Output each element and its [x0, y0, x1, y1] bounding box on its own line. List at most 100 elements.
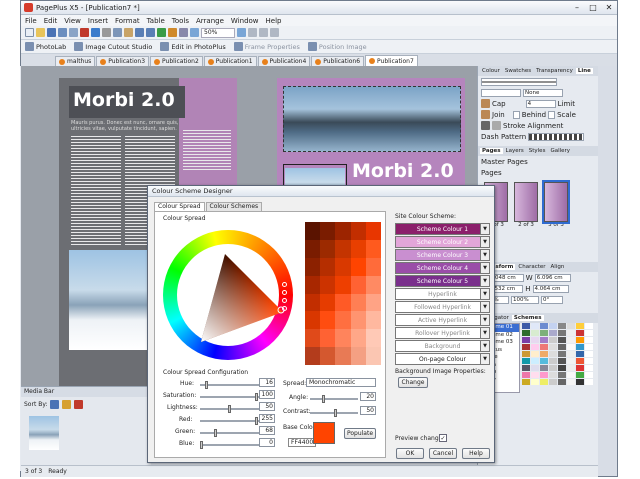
preview-checkbox[interactable]: ✓	[439, 434, 447, 442]
minimize-button[interactable]: –	[569, 3, 585, 12]
swatch[interactable]	[540, 372, 548, 378]
dropdown-arrow-icon[interactable]: ▼	[480, 354, 489, 364]
cap-icon[interactable]	[481, 99, 490, 108]
menu-item-edit[interactable]: Edit	[44, 17, 58, 25]
spread-swatch[interactable]	[305, 347, 321, 365]
swatch[interactable]	[549, 379, 557, 385]
swatch[interactable]	[531, 344, 539, 350]
spread-swatch[interactable]	[320, 222, 336, 240]
dropdown-arrow-icon[interactable]: ▼	[480, 224, 489, 234]
green-slider[interactable]	[200, 429, 260, 437]
swatch[interactable]	[522, 365, 530, 371]
toolbar2-item[interactable]: Position Image	[319, 43, 367, 51]
swatch[interactable]	[540, 323, 548, 329]
swatch[interactable]	[576, 358, 584, 364]
swatch[interactable]	[522, 323, 530, 329]
menu-item-arrange[interactable]: Arrange	[196, 17, 224, 25]
guides-icon[interactable]	[259, 28, 268, 37]
panel-tab[interactable]: Schemes	[511, 315, 544, 321]
spread-swatch[interactable]	[335, 275, 351, 294]
swatch[interactable]	[576, 337, 584, 343]
spread-swatch[interactable]	[320, 275, 336, 294]
doc-tab[interactable]: Publication3	[96, 56, 150, 66]
swatch[interactable]	[567, 337, 575, 343]
swatch[interactable]	[585, 344, 593, 350]
scheme-colour-row[interactable]: Background ▼	[395, 340, 490, 352]
spread-swatch[interactable]	[350, 311, 366, 330]
spread-swatch[interactable]	[305, 293, 321, 312]
cut-icon[interactable]	[102, 28, 111, 37]
swatch[interactable]	[585, 372, 593, 378]
spread-swatch[interactable]	[350, 222, 366, 240]
swatch[interactable]	[558, 351, 566, 357]
swatch[interactable]	[522, 330, 530, 336]
contrast-slider[interactable]	[310, 409, 358, 417]
dropdown-arrow-icon[interactable]: ▼	[480, 250, 489, 260]
open-icon[interactable]	[36, 28, 45, 37]
dropdown-arrow-icon[interactable]: ▼	[480, 328, 489, 338]
h-field[interactable]: 4.064 cm	[532, 284, 569, 293]
swatch[interactable]	[585, 323, 593, 329]
print-icon[interactable]	[58, 28, 67, 37]
menu-item-window[interactable]: Window	[231, 17, 259, 25]
spread-swatch[interactable]	[320, 347, 336, 365]
swatch[interactable]	[531, 337, 539, 343]
spread-swatch[interactable]	[365, 329, 381, 348]
swatch[interactable]	[531, 358, 539, 364]
swatch[interactable]	[567, 323, 575, 329]
menu-item-tools[interactable]: Tools	[172, 17, 189, 25]
tab-colour-spread[interactable]: Colour Spread	[154, 202, 205, 211]
page-thumbnail[interactable]	[514, 182, 538, 222]
swatch[interactable]	[540, 379, 548, 385]
line-type-select[interactable]	[481, 88, 521, 97]
scheme-colour-row[interactable]: Scheme Colour 4 ▼	[395, 262, 490, 274]
media-thumb-3[interactable]	[29, 416, 59, 450]
cap-value[interactable]: 4	[525, 99, 556, 108]
scheme-colour-row[interactable]: Rollover Hyperlink ▼	[395, 327, 490, 339]
swatch[interactable]	[549, 330, 557, 336]
scheme-colour-row[interactable]: Scheme Colour 3 ▼	[395, 249, 490, 261]
spread-swatch[interactable]	[335, 293, 351, 312]
swatch[interactable]	[576, 344, 584, 350]
toolbar2-icon[interactable]	[74, 42, 84, 51]
stroke-align-icon[interactable]	[481, 121, 490, 130]
ok-button[interactable]: OK	[396, 448, 424, 459]
doc-tab[interactable]: Publication7	[365, 55, 418, 66]
left-title-box[interactable]: Morbi 2.0	[69, 86, 185, 118]
swatch[interactable]	[567, 358, 575, 364]
swatch[interactable]	[522, 344, 530, 350]
scheme-colour-row[interactable]: Scheme Colour 2 ▼	[395, 236, 490, 248]
menu-item-help[interactable]: Help	[266, 17, 282, 25]
swatch[interactable]	[567, 330, 575, 336]
toolbar2-icon[interactable]	[233, 42, 243, 51]
doc-tab[interactable]: Publication2	[150, 56, 203, 66]
menu-item-format[interactable]: Format	[115, 17, 140, 25]
swatch[interactable]	[585, 337, 593, 343]
insert-frame-icon[interactable]	[179, 28, 188, 37]
swatch[interactable]	[522, 337, 530, 343]
media-add-icon[interactable]	[50, 400, 60, 409]
toolbar2-icon[interactable]	[307, 42, 317, 51]
swatch[interactable]	[522, 351, 530, 357]
spread-swatch[interactable]	[365, 275, 381, 294]
swatch[interactable]	[558, 337, 566, 343]
swatch[interactable]	[585, 379, 593, 385]
red-slider[interactable]	[200, 417, 260, 425]
behind-checkbox[interactable]	[512, 110, 520, 119]
dropdown-arrow-icon[interactable]: ▼	[480, 302, 489, 312]
colour-spread-grid[interactable]	[305, 222, 381, 365]
toolbar2-item[interactable]: Edit in PhotoPlus	[171, 43, 225, 51]
swatch[interactable]	[567, 372, 575, 378]
panel-tab[interactable]: Gallery	[548, 148, 572, 154]
zoom-in-icon[interactable]	[237, 28, 246, 37]
swatch[interactable]	[549, 344, 557, 350]
dropdown-arrow-icon[interactable]: ▼	[480, 315, 489, 325]
scheme-colour-row[interactable]: Scheme Colour 5 ▼	[395, 275, 490, 287]
media-folder-icon[interactable]	[62, 400, 72, 409]
dropdown-arrow-icon[interactable]: ▼	[480, 263, 489, 273]
media-delete-icon[interactable]	[74, 400, 84, 409]
spread-swatch[interactable]	[350, 239, 366, 258]
panel-tab[interactable]: Line	[575, 68, 593, 74]
swatch[interactable]	[585, 365, 593, 371]
doc-tab[interactable]: malthus	[55, 56, 96, 66]
